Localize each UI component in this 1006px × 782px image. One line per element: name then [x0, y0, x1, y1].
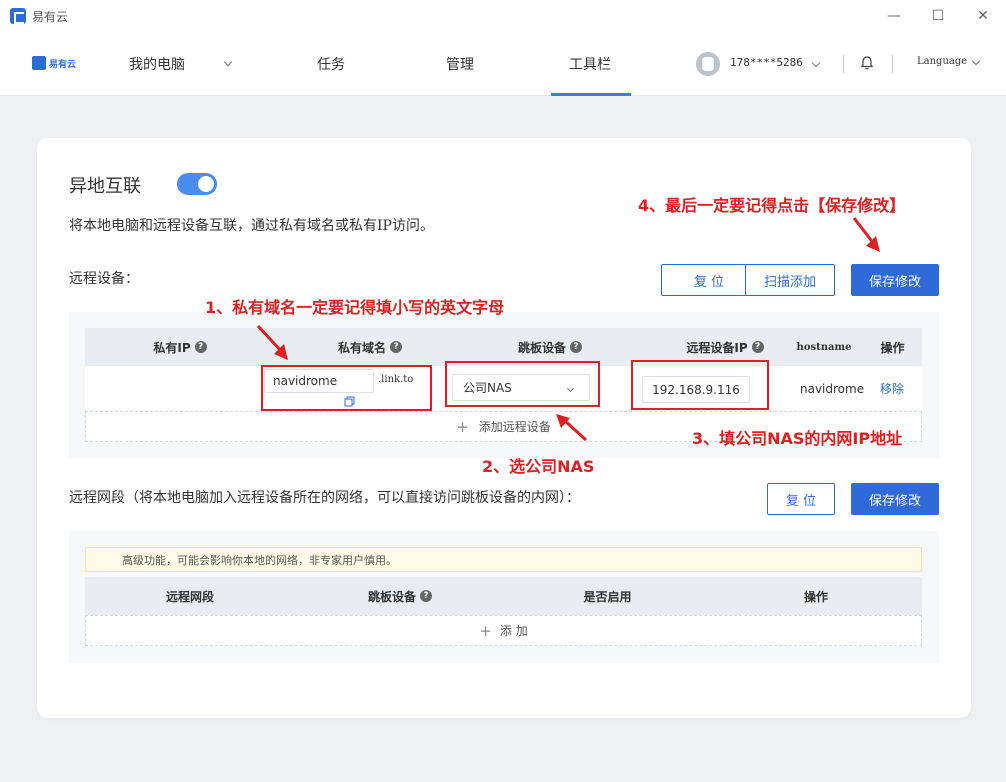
close-icon[interactable]: ✕ — [963, 0, 1003, 32]
col-subnet-jump-device: 跳板设备? — [295, 577, 505, 615]
nav-active-indicator — [551, 93, 631, 96]
brand-logo[interactable]: 易有云 — [32, 55, 76, 71]
user-phone[interactable]: 178****5286 — [730, 56, 821, 69]
bell-icon[interactable] — [861, 56, 873, 70]
plus-icon: + — [479, 621, 492, 640]
remote-devices-title: 远程设备： — [69, 271, 139, 287]
nav-my-computer-label: 我的电脑 — [129, 57, 185, 73]
save-changes-button[interactable]: 保存修改 — [851, 264, 939, 296]
annotation-box-domain — [261, 365, 432, 411]
language-selector[interactable]: Language — [917, 56, 981, 67]
help-icon[interactable]: ? — [194, 341, 207, 353]
help-icon[interactable]: ? — [570, 341, 582, 353]
col-private-domain-label: 私有域名 — [337, 340, 386, 355]
annotation-step-1: 1、私有域名一定要记得填小写的英文字母 — [205, 298, 505, 317]
col-private-ip: 私有IP? — [85, 328, 275, 366]
user-phone-label: 178****5286 — [730, 56, 803, 69]
minimize-icon[interactable]: — — [874, 0, 914, 32]
annotation-step-4: 4、最后一定要记得点击【保存修改】 — [638, 196, 906, 215]
col-enabled: 是否启用 — [583, 589, 632, 604]
chevron-down-icon — [971, 56, 981, 66]
col-jump-device-label: 跳板设备 — [517, 340, 566, 355]
app-name: 易有云 — [32, 9, 69, 24]
col-private-domain: 私有域名? — [275, 328, 465, 366]
remote-subnet-title: 远程网段（将本地电脑加入远程设备所在的网络，可以直接访问跳板设备的内网）： — [69, 490, 580, 506]
chevron-down-icon — [811, 58, 821, 68]
app-logo-icon — [10, 8, 26, 24]
arrow-icon — [556, 414, 588, 442]
brand-text: 易有云 — [49, 59, 77, 70]
nav-my-computer[interactable]: 我的电脑 — [129, 32, 233, 96]
warning-banner: 高级功能，可能会影响你本地的网络，非专家用户慎用。 — [85, 547, 922, 572]
annotation-box-jump-device — [445, 361, 600, 407]
help-icon[interactable]: ? — [420, 590, 432, 602]
hostname-value: navidrome — [800, 382, 865, 396]
maximize-icon[interactable]: ☐ — [918, 0, 958, 32]
remove-link[interactable]: 移除 — [880, 380, 904, 397]
annotation-box-remote-ip — [631, 360, 769, 410]
scan-add-button[interactable]: 扫描添加 — [745, 264, 835, 296]
subnet-save-button[interactable]: 保存修改 — [851, 483, 939, 515]
top-nav: 易有云 我的电脑 任务 管理 工具栏 — [0, 32, 1006, 96]
col-subnet: 远程网段 — [165, 589, 214, 604]
divider — [843, 55, 844, 73]
col-private-ip-label: 私有IP — [153, 340, 191, 355]
remote-link-toggle[interactable] — [177, 173, 217, 195]
nav-tasks[interactable]: 任务 — [317, 32, 345, 96]
brand-mark-icon — [32, 56, 46, 70]
avatar[interactable] — [696, 52, 720, 76]
nav-manage[interactable]: 管理 — [446, 32, 474, 96]
reset-button[interactable]: 复 位 — [661, 264, 757, 296]
divider — [892, 55, 893, 73]
col-subnet-jump-device-label: 跳板设备 — [367, 589, 416, 604]
plus-icon: + — [456, 417, 469, 436]
col-hostname: hostname — [796, 341, 852, 353]
chevron-down-icon — [223, 57, 233, 67]
help-icon[interactable]: ? — [390, 341, 402, 353]
arrow-icon — [852, 217, 880, 252]
page-title: 异地互联 — [69, 176, 141, 197]
col-remote-ip-label: 远程设备IP — [686, 340, 748, 355]
col-action: 操作 — [880, 340, 905, 355]
annotation-step-2: 2、选公司NAS — [482, 457, 595, 476]
add-subnet-button[interactable]: + 添 加 — [85, 615, 922, 646]
add-subnet-label: 添 加 — [499, 624, 528, 638]
language-label: Language — [917, 56, 968, 67]
remote-subnet-table-header: 远程网段 跳板设备? 是否启用 操作 — [85, 577, 922, 615]
col-subnet-action: 操作 — [803, 589, 828, 604]
title-bar: 易有云 — ☐ ✕ — [0, 0, 1006, 32]
arrow-icon — [256, 324, 288, 360]
subnet-reset-button[interactable]: 复 位 — [767, 483, 835, 515]
nav-toolbar[interactable]: 工具栏 — [569, 32, 611, 96]
annotation-step-3: 3、填公司NAS的内网IP地址 — [692, 429, 903, 448]
add-remote-device-label: 添加远程设备 — [478, 420, 551, 434]
toggle-knob — [198, 176, 214, 192]
help-icon[interactable]: ? — [751, 341, 764, 353]
page-description: 将本地电脑和远程设备互联，通过私有域名或私有IP访问。 — [69, 218, 434, 234]
